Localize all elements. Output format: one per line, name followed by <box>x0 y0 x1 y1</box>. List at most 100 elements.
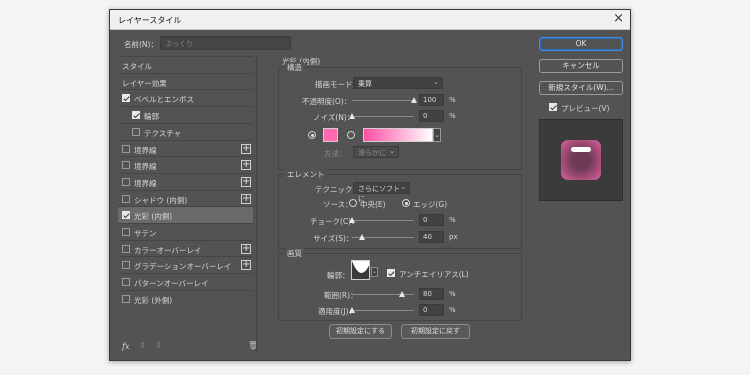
jitter-slider[interactable] <box>349 307 414 313</box>
chevron-down-icon: ⌄ <box>433 78 439 86</box>
method-label: 方法： <box>324 149 347 158</box>
add-effect-icon[interactable]: + <box>241 143 251 154</box>
sidebar-item-checkbox[interactable] <box>132 111 140 120</box>
choke-slider-thumb[interactable] <box>349 217 355 223</box>
glow-color-swatch[interactable] <box>323 128 338 142</box>
cancel-button[interactable]: キャンセル <box>539 59 623 73</box>
contour-preview[interactable] <box>351 260 370 280</box>
jitter-slider-thumb[interactable] <box>349 307 355 313</box>
add-effect-icon[interactable]: + <box>241 160 251 171</box>
size-slider-thumb[interactable] <box>358 234 365 240</box>
source-edge-label: エッジ(G) <box>413 200 448 209</box>
source-center-radio[interactable] <box>349 199 357 207</box>
move-up-icon[interactable]: ⇧ <box>139 341 146 350</box>
sidebar-item-label: ベベルとエンボス <box>134 95 194 105</box>
sidebar-item-checkbox[interactable] <box>122 278 130 287</box>
add-effect-icon[interactable]: + <box>241 243 251 254</box>
range-slider[interactable] <box>352 291 414 297</box>
jitter-input[interactable]: 0 <box>419 304 444 316</box>
sidebar-item[interactable]: サテン <box>118 223 253 240</box>
sidebar-item[interactable]: 輪郭 <box>118 106 253 123</box>
blend-mode-select[interactable]: 乗算 ⌄ <box>353 77 443 89</box>
gradient-dropdown-icon[interactable]: ⌄ <box>433 128 441 142</box>
sidebar-item-label: レイヤー効果 <box>122 78 167 88</box>
sidebar-item-label: 境界線 <box>134 145 157 155</box>
source-center-label: 中央(E) <box>360 200 386 209</box>
add-effect-icon[interactable]: + <box>241 193 251 204</box>
method-select[interactable]: 滑らかに ⌄ <box>353 146 399 158</box>
contour-label: 輪郭： <box>327 271 350 280</box>
range-slider-thumb[interactable] <box>398 291 405 297</box>
fx-icon[interactable]: fx <box>122 342 129 351</box>
technique-select[interactable]: さらにソフトに ⌄ <box>353 182 410 203</box>
choke-input[interactable]: 0 <box>419 214 444 226</box>
sidebar-item-checkbox[interactable] <box>122 161 130 170</box>
sidebar-item[interactable]: テクスチャ <box>118 122 253 140</box>
source-edge-radio[interactable] <box>402 199 410 207</box>
make-default-button[interactable]: 初期設定にする <box>329 324 392 339</box>
sidebar-item[interactable]: カラーオーバーレイ + <box>118 239 253 257</box>
contour-curve-icon <box>352 261 369 279</box>
sidebar-item[interactable]: 境界線 + <box>118 156 253 173</box>
opacity-unit: % <box>449 96 456 104</box>
opacity-input[interactable]: 100 <box>419 94 444 106</box>
sidebar-item-label: サテン <box>134 229 157 238</box>
color-radio[interactable] <box>308 131 316 139</box>
add-effect-icon[interactable]: + <box>241 260 251 271</box>
sidebar-item-checkbox[interactable] <box>122 194 130 203</box>
dialog-title: レイヤースタイル <box>118 16 182 25</box>
move-down-icon[interactable]: ⇩ <box>155 341 162 350</box>
layer-style-dialog: レイヤースタイル × 名前(N)： ぷっくり スタイル レイヤー効果 ベベルとエンボ… <box>109 9 631 361</box>
sidebar-item[interactable]: レイヤー効果 <box>118 72 253 90</box>
sidebar-item[interactable]: 光彩 (外側) <box>118 289 253 307</box>
effects-list: スタイル レイヤー効果 ベベルとエンボス 輪郭 テクスチャ 境界線 + 境界線 + 境界線 + シャド… <box>118 56 254 354</box>
sidebar-item[interactable]: 境界線 + <box>118 139 253 157</box>
sidebar-item-checkbox[interactable] <box>122 244 130 253</box>
noise-unit: % <box>449 112 456 120</box>
method-value: 滑らかに <box>358 149 386 157</box>
sidebar-item[interactable]: 光彩 (内側) <box>118 206 253 224</box>
range-input[interactable]: 80 <box>419 288 444 300</box>
sidebar-item[interactable]: パターンオーバーレイ <box>118 273 253 290</box>
sidebar-item-checkbox[interactable] <box>122 177 130 186</box>
noise-slider[interactable] <box>349 113 414 119</box>
noise-input[interactable]: 0 <box>419 110 444 122</box>
close-icon[interactable]: × <box>613 11 624 26</box>
sidebar-item-checkbox[interactable] <box>122 261 130 270</box>
size-slider[interactable] <box>352 234 414 240</box>
sidebar-item[interactable]: グラデーションオーバーレイ + <box>118 256 253 273</box>
ok-button[interactable]: OK <box>539 37 623 51</box>
sidebar-item-checkbox[interactable] <box>122 228 130 236</box>
choke-slider[interactable] <box>349 217 414 223</box>
gradient-swatch[interactable] <box>363 128 433 142</box>
sidebar-item[interactable]: ベベルとエンボス <box>118 89 253 106</box>
title-bar: レイヤースタイル × <box>110 10 630 30</box>
style-name-field[interactable]: ぷっくり <box>160 36 291 50</box>
opacity-slider[interactable] <box>352 97 417 103</box>
sidebar-item-label: スタイル <box>122 62 152 71</box>
noise-slider-thumb[interactable] <box>349 113 355 119</box>
blend-mode-value: 乗算 <box>358 80 372 88</box>
preview-label: プレビュー(V) <box>561 104 610 113</box>
gradient-radio[interactable] <box>347 131 355 139</box>
elements-group: エレメント テクニック： さらにソフトに ⌄ ソース： 中央(E) エッジ(G)… <box>278 169 522 249</box>
preview-checkbox[interactable] <box>549 103 557 111</box>
reset-default-button[interactable]: 初期設定に戻す <box>401 324 470 339</box>
sidebar-item-label: 光彩 (内側) <box>134 212 173 222</box>
antialias-checkbox[interactable] <box>387 269 395 277</box>
sidebar-item-checkbox[interactable] <box>132 127 140 136</box>
sidebar-item[interactable]: スタイル <box>118 56 253 73</box>
add-effect-icon[interactable]: + <box>241 176 251 187</box>
sidebar-item-checkbox[interactable] <box>122 294 130 303</box>
chevron-down-icon[interactable]: ⌄ <box>371 267 378 277</box>
sidebar-item-checkbox[interactable] <box>122 144 130 153</box>
sidebar-item-checkbox[interactable] <box>122 94 130 103</box>
sidebar-item[interactable]: 境界線 + <box>118 172 253 190</box>
sidebar-item[interactable]: シャドウ (内側) + <box>118 189 253 207</box>
sidebar-item-label: 輪郭 <box>144 112 159 122</box>
elements-title: エレメント <box>285 169 327 180</box>
size-input[interactable]: 40 <box>419 231 444 243</box>
new-style-button[interactable]: 新規スタイル(W)... <box>539 81 623 95</box>
opacity-slider-thumb[interactable] <box>411 97 417 103</box>
sidebar-item-checkbox[interactable] <box>122 211 130 220</box>
